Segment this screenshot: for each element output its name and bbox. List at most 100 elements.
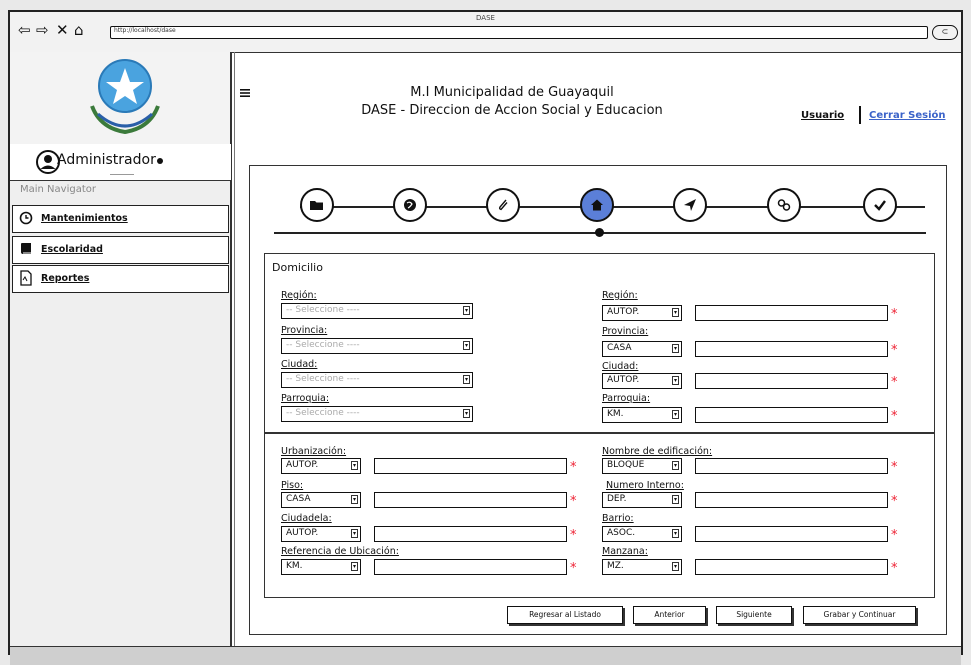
step-send[interactable] xyxy=(673,188,707,222)
back-to-list-button[interactable]: Regresar al Listado xyxy=(507,606,623,624)
left-ciudad-label: Ciudad: xyxy=(281,359,318,370)
chevron-down-icon: ▾ xyxy=(672,308,679,317)
chevron-down-icon: ▾ xyxy=(672,410,679,419)
required-mark: * xyxy=(891,343,898,358)
left-provincia-label: Provincia: xyxy=(281,325,328,336)
chevron-down-icon: ▾ xyxy=(672,562,679,571)
step-globe[interactable] xyxy=(393,188,427,222)
right-provincia-type-select[interactable]: CASA ▾ xyxy=(602,341,682,357)
user-link[interactable]: Usuario xyxy=(801,110,844,121)
chevron-down-icon: ▾ xyxy=(463,375,470,384)
required-mark: * xyxy=(891,561,898,576)
manzana-input[interactable] xyxy=(695,559,888,575)
chevron-down-icon: ▾ xyxy=(463,306,470,315)
left-region-select[interactable]: -- Seleccione ---- ▾ xyxy=(281,303,473,319)
home-icon[interactable]: ⌂ xyxy=(74,22,84,38)
select-value: AUTOP. xyxy=(286,460,319,470)
chevron-down-icon: ▾ xyxy=(672,529,679,538)
step-folder[interactable] xyxy=(300,188,334,222)
numero-interno-input[interactable] xyxy=(695,492,888,508)
nav-title: Main Navigator xyxy=(20,184,96,195)
close-icon[interactable]: ✕ xyxy=(56,22,69,38)
send-icon xyxy=(684,199,696,211)
document-icon xyxy=(20,270,32,286)
sidebar-divider xyxy=(230,52,232,646)
piso-label: Piso: xyxy=(281,480,304,491)
urbanizacion-input[interactable] xyxy=(374,458,567,474)
chevron-down-icon: ▾ xyxy=(463,341,470,350)
municipality-logo xyxy=(90,59,160,135)
select-value: BLOQUE xyxy=(607,460,645,470)
left-region-label: Región: xyxy=(281,290,317,301)
manzana-type-select[interactable]: MZ. ▾ xyxy=(602,559,682,575)
url-bar[interactable]: http://localhost/dase xyxy=(110,26,928,39)
window-title: DASE xyxy=(476,14,495,22)
save-continue-button[interactable]: Grabar y Continuar xyxy=(803,606,916,624)
step-link[interactable] xyxy=(767,188,801,222)
piso-input[interactable] xyxy=(374,492,567,508)
referencia-label: Referencia de Ubicación: xyxy=(281,546,399,557)
chevron-down-icon: ▾ xyxy=(351,562,358,571)
right-region-label: Región: xyxy=(602,290,638,301)
next-button[interactable]: Siguiente xyxy=(716,606,792,624)
select-value: ASOC. xyxy=(607,528,636,538)
right-ciudad-input[interactable] xyxy=(695,373,888,389)
sidebar-item-reportes[interactable]: Reportes xyxy=(12,265,229,293)
numero-interno-type-select[interactable]: DEP. ▾ xyxy=(602,492,682,508)
form-title: Domicilio xyxy=(272,261,323,274)
previous-button[interactable]: Anterior xyxy=(633,606,706,624)
select-value: KM. xyxy=(607,409,624,419)
back-arrow-icon[interactable]: ⇦ xyxy=(18,22,31,38)
required-mark: * xyxy=(891,460,898,475)
required-mark: * xyxy=(570,561,577,576)
right-parroquia-input[interactable] xyxy=(695,407,888,423)
sidebar-item-escolaridad[interactable]: Escolaridad xyxy=(12,236,229,264)
select-value: AUTOP. xyxy=(607,307,640,317)
right-parroquia-type-select[interactable]: KM. ▾ xyxy=(602,407,682,423)
barrio-type-select[interactable]: ASOC. ▾ xyxy=(602,526,682,542)
required-mark: * xyxy=(570,494,577,509)
select-value: -- Seleccione ---- xyxy=(286,340,360,350)
step-confirm[interactable] xyxy=(863,188,897,222)
check-icon xyxy=(874,200,886,211)
edificacion-type-select[interactable]: BLOQUE ▾ xyxy=(602,458,682,474)
select-value: KM. xyxy=(286,561,303,571)
right-provincia-input[interactable] xyxy=(695,341,888,357)
paperclip-icon xyxy=(498,199,508,211)
edificacion-input[interactable] xyxy=(695,458,888,474)
step-home[interactable] xyxy=(580,188,614,222)
left-ciudad-select[interactable]: -- Seleccione ---- ▾ xyxy=(281,372,473,388)
logout-link[interactable]: Cerrar Sesión xyxy=(869,110,946,121)
title-line-1: M.I Municipalidad de Guayaquil xyxy=(410,85,614,100)
referencia-type-select[interactable]: KM. ▾ xyxy=(281,559,361,575)
piso-type-select[interactable]: CASA ▾ xyxy=(281,492,361,508)
chevron-down-icon: ▾ xyxy=(672,376,679,385)
chevron-down-icon: ▾ xyxy=(351,461,358,470)
step-attachment[interactable] xyxy=(486,188,520,222)
globe-icon xyxy=(404,199,416,211)
right-provincia-label: Provincia: xyxy=(602,326,649,337)
edificacion-label: Nombre de edificación: xyxy=(602,446,713,457)
header-link-divider xyxy=(859,106,861,124)
chevron-down-icon: ▾ xyxy=(351,529,358,538)
right-region-input[interactable] xyxy=(695,305,888,321)
ciudadela-input[interactable] xyxy=(374,526,567,542)
sidebar-item-mantenimientos[interactable]: Mantenimientos xyxy=(12,205,229,233)
right-region-type-select[interactable]: AUTOP. ▾ xyxy=(602,305,682,321)
select-value: -- Seleccione ---- xyxy=(286,305,360,315)
referencia-input[interactable] xyxy=(374,559,567,575)
ciudadela-type-select[interactable]: AUTOP. ▾ xyxy=(281,526,361,542)
barrio-label: Barrio: xyxy=(602,513,634,524)
title-line-2: DASE - Direccion de Accion Social y Educ… xyxy=(361,103,663,118)
barrio-input[interactable] xyxy=(695,526,888,542)
forward-arrow-icon[interactable]: ⇨ xyxy=(36,22,49,38)
urbanizacion-type-select[interactable]: AUTOP. ▾ xyxy=(281,458,361,474)
browser-titlebar: DASE ⇦ ⇨ ✕ ⌂ http://localhost/dase ⊂ xyxy=(10,12,961,53)
search-toggle-icon[interactable]: ⊂ xyxy=(932,25,958,40)
required-mark: * xyxy=(891,528,898,543)
left-parroquia-select[interactable]: -- Seleccione ---- ▾ xyxy=(281,406,473,422)
user-dropdown-icon[interactable] xyxy=(157,158,163,164)
manzana-label: Manzana: xyxy=(602,546,648,557)
right-ciudad-type-select[interactable]: AUTOP. ▾ xyxy=(602,373,682,389)
left-provincia-select[interactable]: -- Seleccione ---- ▾ xyxy=(281,338,473,354)
